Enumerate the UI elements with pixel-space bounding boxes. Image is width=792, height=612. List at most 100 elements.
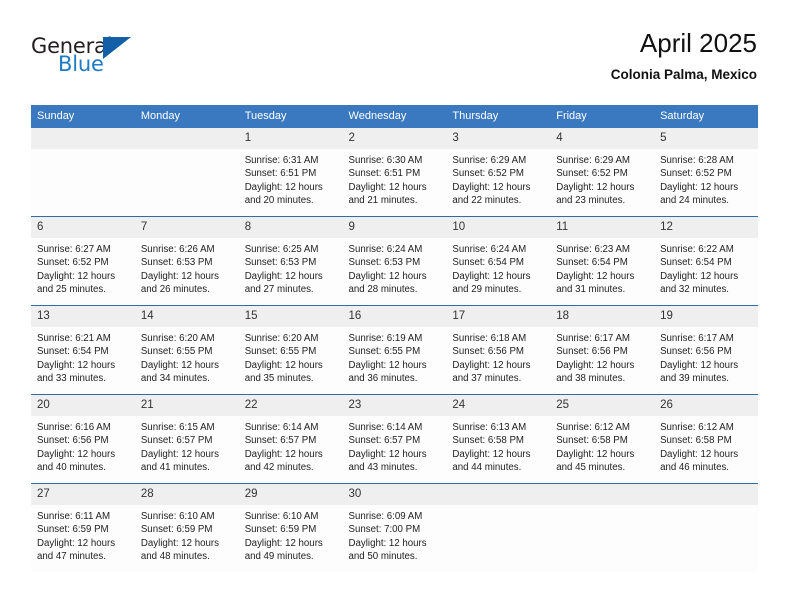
day-detail-sunset: Sunset: 6:51 PM: [348, 168, 421, 180]
day-number: 10: [446, 217, 551, 238]
calendar-day-cell[interactable]: 2 Sunrise: 6:30 AM Sunset: 6:51 PM Daylight…: [342, 128, 447, 217]
calendar-page: General Blue April 2025 Colonia Palma, M…: [0, 0, 792, 612]
calendar-day-cell[interactable]: 1 Sunrise: 6:31 AM Sunset: 6:51 PM Daylight…: [238, 128, 343, 217]
day-number: 25: [550, 395, 655, 416]
day-detail-sunrise: Sunrise: 6:19 AM: [348, 333, 423, 344]
calendar-day-cell[interactable]: 4 Sunrise: 6:29 AM Sunset: 6:52 PM Daylight…: [550, 128, 655, 217]
day-details: Sunrise: 6:24 AM Sunset: 6:53 PM Daylight:…: [343, 238, 447, 297]
calendar-day-cell[interactable]: 23 Sunrise: 6:14 AM Sunset: 6:57 PM Dayligh…: [342, 394, 447, 484]
calendar-day-cell[interactable]: 26 Sunrise: 6:12 AM Sunset: 6:58 PM Dayligh…: [654, 394, 758, 484]
calendar-day-cell[interactable]: 29 Sunrise: 6:10 AM Sunset: 6:59 PM Dayligh…: [238, 483, 343, 572]
day-details: Sunrise: 6:25 AM Sunset: 6:53 PM Daylight:…: [239, 238, 343, 297]
day-details: Sunrise: 6:31 AM Sunset: 6:51 PM Daylight:…: [239, 149, 343, 208]
weekday-header-thursday: Thursday: [446, 105, 551, 128]
day-number: 23: [342, 395, 447, 416]
calendar-week-row: 27 Sunrise: 6:11 AM Sunset: 6:59 PM Dayligh…: [31, 483, 758, 572]
day-detail-sunrise: Sunrise: 6:12 AM: [660, 422, 734, 433]
day-detail-sunset: Sunset: 6:57 PM: [348, 435, 421, 447]
day-number: 16: [342, 306, 447, 327]
calendar-day-cell[interactable]: 24 Sunrise: 6:13 AM Sunset: 6:58 PM Dayligh…: [446, 394, 551, 484]
calendar-header-row: Sunday Monday Tuesday Wednesday Thursday Frid…: [31, 105, 758, 128]
calendar-day-cell[interactable]: 19 Sunrise: 6:17 AM Sunset: 6:56 PM Dayligh…: [654, 305, 758, 395]
calendar-day-cell[interactable]: 27 Sunrise: 6:11 AM Sunset: 6:59 PM Dayligh…: [31, 483, 135, 572]
calendar-day-cell[interactable]: 30 Sunrise: 6:09 AM Sunset: 7:00 PM Dayligh…: [342, 483, 447, 572]
weekday-header-wednesday: Wednesday: [342, 105, 447, 128]
day-detail-daylight1: Daylight: 12 hours: [348, 181, 427, 193]
calendar-day-cell-empty: [31, 128, 135, 217]
calendar-day-cell[interactable]: 8 Sunrise: 6:25 AM Sunset: 6:53 PM Daylight…: [238, 216, 343, 306]
calendar-day-cell[interactable]: 22 Sunrise: 6:14 AM Sunset: 6:57 PM Dayligh…: [238, 394, 343, 484]
calendar-day-cell[interactable]: 28 Sunrise: 6:10 AM Sunset: 6:59 PM Dayligh…: [134, 483, 239, 572]
calendar-day-cell[interactable]: 3 Sunrise: 6:29 AM Sunset: 6:52 PM Daylight…: [446, 128, 551, 217]
day-detail-daylight2: and 39 minutes.: [660, 373, 729, 385]
general-blue-logo: General Blue: [31, 34, 151, 84]
day-detail-daylight2: and 42 minutes.: [244, 462, 314, 474]
day-number: 12: [654, 217, 758, 238]
calendar-day-cell[interactable]: 7 Sunrise: 6:26 AM Sunset: 6:53 PM Daylight…: [134, 216, 239, 306]
day-detail-daylight1: Daylight: 12 hours: [244, 270, 323, 282]
title-block: April 2025 Colonia Palma, Mexico: [611, 28, 757, 83]
day-detail-sunrise: Sunrise: 6:10 AM: [140, 511, 215, 522]
day-detail-daylight1: Daylight: 12 hours: [37, 448, 116, 460]
calendar-day-cell[interactable]: 25 Sunrise: 6:12 AM Sunset: 6:58 PM Dayligh…: [550, 394, 655, 484]
day-detail-sunset: Sunset: 6:56 PM: [452, 346, 524, 358]
day-number: 6: [31, 217, 135, 238]
calendar-day-cell[interactable]: 14 Sunrise: 6:20 AM Sunset: 6:55 PM Dayligh…: [134, 305, 239, 395]
day-detail-sunrise: Sunrise: 6:31 AM: [244, 155, 319, 166]
day-number: 18: [550, 306, 655, 327]
day-detail-daylight2: and 47 minutes.: [37, 551, 106, 563]
calendar-day-cell-empty: [654, 483, 758, 572]
calendar-day-cell[interactable]: 6 Sunrise: 6:27 AM Sunset: 6:52 PM Daylight…: [31, 216, 135, 306]
calendar-day-cell[interactable]: 15 Sunrise: 6:20 AM Sunset: 6:55 PM Dayligh…: [238, 305, 343, 395]
day-details: Sunrise: 6:22 AM Sunset: 6:54 PM Daylight:…: [654, 238, 758, 297]
calendar-day-cell[interactable]: 13 Sunrise: 6:21 AM Sunset: 6:54 PM Dayligh…: [31, 305, 135, 395]
day-detail-sunrise: Sunrise: 6:23 AM: [556, 244, 630, 255]
day-detail-daylight1: Daylight: 12 hours: [348, 270, 427, 282]
day-number: 14: [134, 306, 239, 327]
day-detail-sunset: Sunset: 6:53 PM: [140, 257, 213, 269]
calendar-day-cell[interactable]: 20 Sunrise: 6:16 AM Sunset: 6:56 PM Dayligh…: [31, 394, 135, 484]
day-number: 22: [238, 395, 343, 416]
day-number: 17: [446, 306, 551, 327]
day-detail-daylight2: and 23 minutes.: [556, 195, 626, 207]
day-details: Sunrise: 6:21 AM Sunset: 6:54 PM Daylight:…: [31, 327, 135, 386]
calendar-day-cell[interactable]: 5 Sunrise: 6:28 AM Sunset: 6:52 PM Daylight…: [654, 128, 758, 217]
calendar-day-cell[interactable]: 11 Sunrise: 6:23 AM Sunset: 6:54 PM Dayligh…: [550, 216, 655, 306]
day-detail-daylight1: Daylight: 12 hours: [556, 448, 635, 460]
day-detail-sunrise: Sunrise: 6:14 AM: [244, 422, 319, 433]
logo-text-blue: Blue: [58, 52, 104, 76]
day-details: Sunrise: 6:27 AM Sunset: 6:52 PM Daylight:…: [31, 238, 135, 297]
calendar-day-cell[interactable]: 21 Sunrise: 6:15 AM Sunset: 6:57 PM Dayligh…: [134, 394, 239, 484]
calendar-week-row: 13 Sunrise: 6:21 AM Sunset: 6:54 PM Dayligh…: [31, 305, 758, 395]
day-detail-daylight1: Daylight: 12 hours: [244, 181, 323, 193]
calendar-day-cell[interactable]: 12 Sunrise: 6:22 AM Sunset: 6:54 PM Dayligh…: [654, 216, 758, 306]
page-title: April 2025: [639, 28, 757, 58]
day-details: Sunrise: 6:09 AM Sunset: 7:00 PM Daylight:…: [343, 505, 447, 564]
day-details: Sunrise: 6:19 AM Sunset: 6:55 PM Daylight:…: [343, 327, 447, 386]
day-detail-daylight2: and 44 minutes.: [452, 462, 522, 474]
day-detail-sunrise: Sunrise: 6:15 AM: [140, 422, 215, 433]
day-detail-daylight1: Daylight: 12 hours: [452, 359, 531, 371]
day-detail-sunset: Sunset: 6:54 PM: [660, 257, 732, 269]
day-details: Sunrise: 6:29 AM Sunset: 6:52 PM Daylight:…: [550, 149, 654, 208]
page-subtitle-location: Colonia Palma, Mexico: [610, 67, 757, 82]
day-detail-sunset: Sunset: 6:54 PM: [452, 257, 524, 269]
day-detail-sunset: Sunset: 6:53 PM: [244, 257, 317, 269]
calendar-day-cell[interactable]: 10 Sunrise: 6:24 AM Sunset: 6:54 PM Dayligh…: [446, 216, 551, 306]
calendar-week-row: 1 Sunrise: 6:31 AM Sunset: 6:51 PM Daylight…: [31, 128, 758, 217]
day-details: Sunrise: 6:26 AM Sunset: 6:53 PM Daylight:…: [135, 238, 239, 297]
weekday-header-saturday: Saturday: [654, 105, 758, 128]
day-details: Sunrise: 6:10 AM Sunset: 6:59 PM Daylight:…: [135, 505, 239, 564]
day-detail-daylight1: Daylight: 12 hours: [452, 270, 531, 282]
day-detail-sunrise: Sunrise: 6:28 AM: [660, 155, 734, 166]
calendar-day-cell[interactable]: 9 Sunrise: 6:24 AM Sunset: 6:53 PM Daylight…: [342, 216, 447, 306]
calendar-day-cell[interactable]: 17 Sunrise: 6:18 AM Sunset: 6:56 PM Dayligh…: [446, 305, 551, 395]
calendar-day-cell[interactable]: 18 Sunrise: 6:17 AM Sunset: 6:56 PM Dayligh…: [550, 305, 655, 395]
day-detail-sunrise: Sunrise: 6:26 AM: [140, 244, 215, 255]
day-detail-sunset: Sunset: 6:57 PM: [140, 435, 213, 447]
day-detail-daylight2: and 50 minutes.: [348, 551, 418, 563]
day-number: 13: [31, 306, 135, 327]
calendar-day-cell[interactable]: 16 Sunrise: 6:19 AM Sunset: 6:55 PM Dayligh…: [342, 305, 447, 395]
day-detail-daylight1: Daylight: 12 hours: [452, 448, 531, 460]
calendar-day-cell-empty: [550, 483, 655, 572]
